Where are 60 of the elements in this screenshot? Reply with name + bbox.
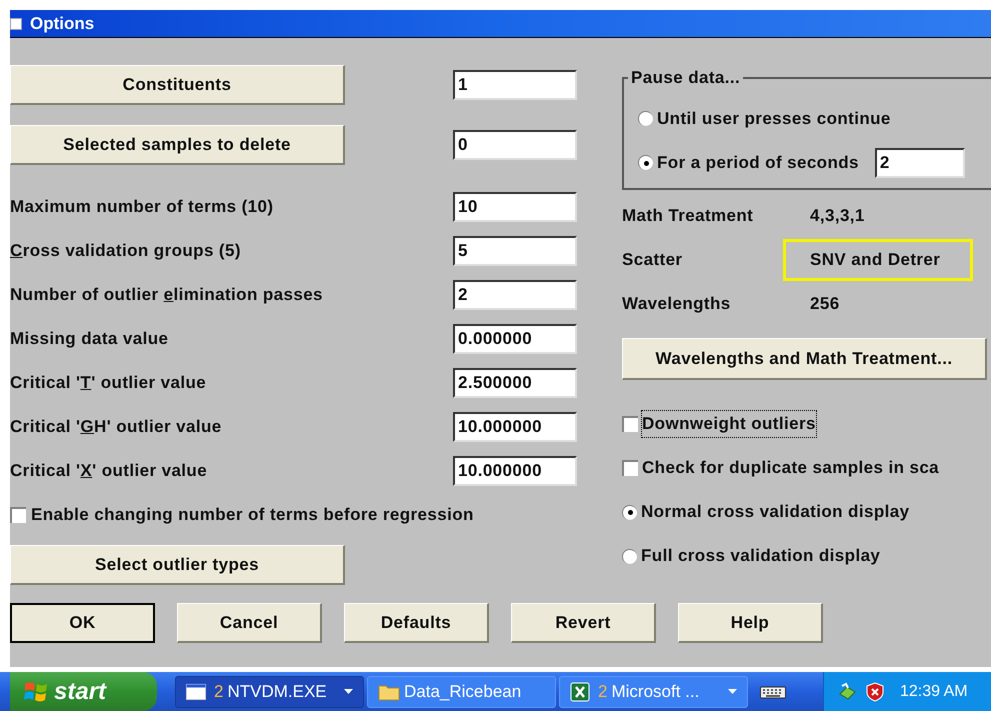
folder-icon <box>378 682 400 700</box>
input-field[interactable]: 5 <box>453 236 577 266</box>
info-value: SNV and Detrer <box>783 239 973 281</box>
radio-label: Until user presses continue <box>657 108 891 130</box>
button[interactable]: Select outlier types <box>10 545 345 585</box>
button[interactable]: Wavelengths and Math Treatment... <box>622 338 987 380</box>
input-field[interactable]: 10.000000 <box>453 456 577 486</box>
taskbar-button[interactable]: Data_Ricebean <box>367 676 556 708</box>
field-label: Critical 'T' outlier value <box>10 372 208 394</box>
radio-button[interactable] <box>622 548 637 564</box>
info-value: 256 <box>810 293 840 316</box>
info-label: Scatter <box>622 249 684 272</box>
window-title: Options <box>30 12 94 35</box>
shield-icon[interactable] <box>866 682 884 702</box>
button[interactable]: Constituents <box>10 65 345 105</box>
spreadsheet-icon <box>570 682 590 702</box>
window-icon <box>186 684 206 700</box>
taskbar-button[interactable]: 2 Microsoft ... <box>559 676 748 708</box>
button[interactable]: Revert <box>511 603 656 643</box>
window-icon <box>10 18 22 30</box>
radio-button[interactable] <box>638 155 653 170</box>
button[interactable]: Cancel <box>177 603 322 643</box>
checkbox-label: Enable changing number of terms before regression <box>31 504 474 526</box>
field-label: Missing data value <box>10 328 170 350</box>
info-value: 4,3,3,1 <box>810 205 865 228</box>
checkbox[interactable] <box>622 416 638 432</box>
radio-button[interactable] <box>638 111 653 126</box>
windows-flag-icon <box>24 680 48 702</box>
field-label: Number of outlier elimination passes <box>10 284 324 306</box>
radio-button[interactable] <box>622 504 637 520</box>
info-label: Math Treatment <box>622 205 754 228</box>
checkbox[interactable] <box>622 460 638 476</box>
field-label: Cross validation groups (5) <box>10 240 242 262</box>
input-field[interactable]: 2 <box>453 280 577 310</box>
input-field[interactable]: 2 <box>874 148 965 178</box>
button[interactable]: Defaults <box>344 603 489 643</box>
button[interactable]: Selected samples to delete <box>10 125 345 165</box>
input-field[interactable]: 0.000000 <box>453 324 577 354</box>
input-field[interactable]: 10 <box>453 192 577 222</box>
button[interactable]: Help <box>678 603 823 643</box>
input-field[interactable]: 0 <box>453 130 577 160</box>
checkbox-label: Check for duplicate samples in sca <box>642 457 940 480</box>
info-label: Wavelengths <box>622 293 732 316</box>
clock: 12:39 AM <box>900 682 968 702</box>
radio-label: For a period of seconds <box>657 152 859 174</box>
checkbox-label: Downweight outliers <box>642 411 816 437</box>
field-label: Critical 'GH' outlier value <box>10 416 223 438</box>
field-label: Critical 'X' outlier value <box>10 460 208 482</box>
keyboard-icon[interactable] <box>760 684 786 698</box>
input-field[interactable]: 2.500000 <box>453 368 577 398</box>
checkbox[interactable] <box>10 507 26 523</box>
group-title: Pause data... <box>630 67 742 89</box>
field-label: Maximum number of terms (10) <box>10 196 274 218</box>
input-field[interactable]: 1 <box>453 70 577 100</box>
start-button[interactable]: start <box>10 672 157 711</box>
taskbar-button[interactable]: 2 NTVDM.EXE <box>175 676 364 708</box>
radio-label: Full cross validation display <box>641 545 880 568</box>
input-field[interactable]: 10.000000 <box>453 412 577 442</box>
radio-label: Normal cross validation display <box>641 501 910 524</box>
button[interactable]: OK <box>10 603 155 643</box>
